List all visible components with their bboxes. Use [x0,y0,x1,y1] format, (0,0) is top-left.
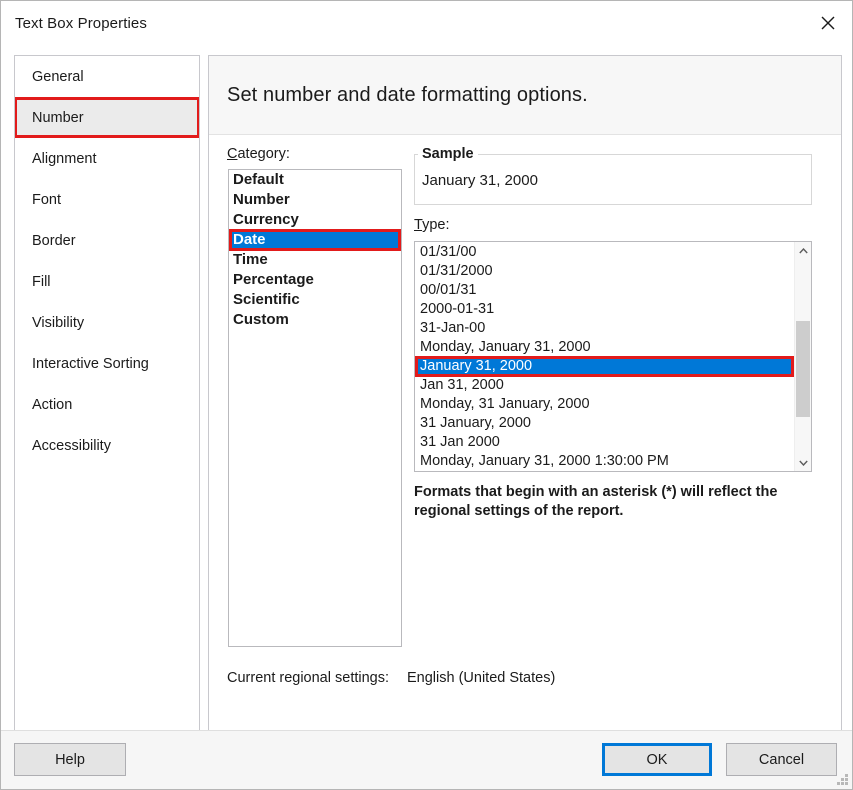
category-option-date[interactable]: Date [229,230,401,250]
category-option-label: Number [233,191,290,208]
chevron-up-icon[interactable] [795,242,811,259]
sidebar-item-general[interactable]: General [15,56,199,97]
sidebar-item-label: Number [32,110,84,126]
type-option-label: 31-Jan-00 [420,320,485,336]
sample-legend: Sample [418,146,478,162]
sidebar-item-accessibility[interactable]: Accessibility [15,425,199,466]
regional-settings: Current regional settings: English (Unite… [227,670,555,686]
sidebar-item-label: Visibility [32,315,84,331]
sample-value: January 31, 2000 [422,172,538,189]
type-label: Type: [414,217,449,233]
dialog-body: General Number Alignment Font Border Fil… [1,46,852,730]
resize-grip-icon[interactable] [836,774,849,787]
type-option-3[interactable]: 2000-01-31 [415,300,793,319]
category-option-percentage[interactable]: Percentage [229,270,401,290]
sidebar-item-label: Fill [32,274,51,290]
category-label: Category: [227,146,290,162]
regional-settings-label: Current regional settings: [227,670,389,686]
category-nav-panel: General Number Alignment Font Border Fil… [14,55,200,733]
chevron-down-icon[interactable] [795,454,811,471]
type-label-text: ype: [422,217,449,233]
category-listbox[interactable]: Default Number Currency Date Time Percen… [228,169,402,647]
sidebar-item-label: Interactive Sorting [32,356,149,372]
sidebar-item-label: General [32,69,84,85]
category-option-label: Scientific [233,291,300,308]
text-box-properties-dialog: Text Box Properties General Number Align… [0,0,853,790]
type-option-7[interactable]: Jan 31, 2000 [415,376,793,395]
type-list-scrollbar[interactable] [794,242,811,471]
category-option-label: Percentage [233,271,314,288]
title-bar: Text Box Properties [1,1,852,46]
type-option-label: 2000-01-31 [420,301,494,317]
sidebar-item-alignment[interactable]: Alignment [15,138,199,179]
sidebar-item-action[interactable]: Action [15,384,199,425]
ok-button[interactable]: OK [602,743,712,776]
category-option-label: Custom [233,311,289,328]
format-note: Formats that begin with an asterisk (*) … [414,483,814,521]
category-option-label: Time [233,251,268,268]
sidebar-item-fill[interactable]: Fill [15,261,199,302]
dialog-title: Text Box Properties [15,15,147,32]
scrollbar-thumb[interactable] [796,321,810,417]
type-option-4[interactable]: 31-Jan-00 [415,319,793,338]
sidebar-item-label: Border [32,233,76,249]
sidebar-item-border[interactable]: Border [15,220,199,261]
type-option-0[interactable]: 01/31/00 [415,243,793,262]
regional-settings-value: English (United States) [407,670,555,686]
type-option-label: 01/31/2000 [420,263,493,279]
type-option-6[interactable]: January 31, 2000 [415,357,793,376]
type-option-label: Monday, 31 January, 2000 [420,396,590,412]
type-option-label: 31 Jan 2000 [420,434,500,450]
close-icon[interactable] [804,1,852,45]
sidebar-item-label: Action [32,397,72,413]
type-option-11[interactable]: Monday, January 31, 2000 1:30:00 PM [415,452,793,471]
type-option-label: Jan 31, 2000 [420,377,504,393]
type-option-9[interactable]: 31 January, 2000 [415,414,793,433]
dialog-footer: Help OK Cancel [1,730,852,789]
sidebar-item-label: Accessibility [32,438,111,454]
category-label-accesskey: C [227,146,237,162]
category-option-label: Date [233,231,266,248]
type-option-5[interactable]: Monday, January 31, 2000 [415,338,793,357]
category-option-label: Currency [233,211,299,228]
sidebar-item-label: Font [32,192,61,208]
category-option-number[interactable]: Number [229,190,401,210]
content-area: Category: Default Number Currency Date T… [209,135,841,731]
content-header: Set number and date formatting options. [209,56,841,135]
category-option-currency[interactable]: Currency [229,210,401,230]
category-label-text: ategory: [237,146,289,162]
category-option-scientific[interactable]: Scientific [229,290,401,310]
category-option-custom[interactable]: Custom [229,310,401,330]
type-rows: 01/31/00 01/31/2000 00/01/31 2000-01-31 … [415,243,793,471]
type-listbox[interactable]: 01/31/00 01/31/2000 00/01/31 2000-01-31 … [414,241,812,472]
type-option-label: 31 January, 2000 [420,415,531,431]
type-option-1[interactable]: 01/31/2000 [415,262,793,281]
content-panel: Set number and date formatting options. … [208,55,842,733]
type-label-accesskey: T [414,217,422,233]
sidebar-item-interactive-sorting[interactable]: Interactive Sorting [15,343,199,384]
type-option-label: January 31, 2000 [420,358,532,374]
sidebar-item-label: Alignment [32,151,96,167]
type-option-label: 01/31/00 [420,244,476,260]
sidebar-item-number[interactable]: Number [15,97,199,138]
sidebar-item-visibility[interactable]: Visibility [15,302,199,343]
page-title: Set number and date formatting options. [227,84,588,107]
category-option-time[interactable]: Time [229,250,401,270]
sidebar-item-font[interactable]: Font [15,179,199,220]
type-option-label: 00/01/31 [420,282,476,298]
type-option-label: Monday, January 31, 2000 [420,339,591,355]
help-button[interactable]: Help [14,743,126,776]
type-option-label: Monday, January 31, 2000 1:30:00 PM [420,453,669,469]
cancel-button[interactable]: Cancel [726,743,837,776]
type-option-10[interactable]: 31 Jan 2000 [415,433,793,452]
category-option-label: Default [233,171,284,188]
category-option-default[interactable]: Default [229,170,401,190]
type-option-8[interactable]: Monday, 31 January, 2000 [415,395,793,414]
type-option-2[interactable]: 00/01/31 [415,281,793,300]
